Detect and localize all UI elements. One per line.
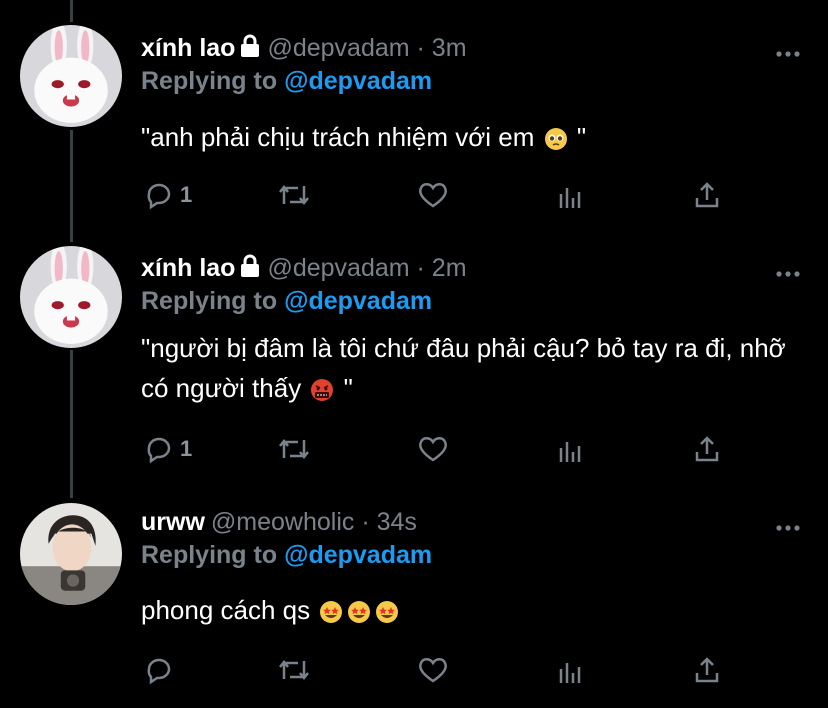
avatar[interactable] bbox=[20, 503, 122, 605]
reply-icon bbox=[147, 183, 171, 210]
tweet-header: urww @meowholic · 34s bbox=[141, 507, 417, 537]
replying-prefix: Replying to bbox=[141, 67, 285, 95]
tweet-actions bbox=[141, 655, 741, 689]
replying-to: Replying to @depvadam bbox=[141, 66, 432, 96]
star-struck-emoji bbox=[375, 595, 399, 635]
tweet-text-main: phong cách qs bbox=[141, 595, 318, 625]
white-rabbit-avatar bbox=[20, 25, 122, 127]
tweet-text: "người bị đâm là tôi chứ đâu phải cậu? b… bbox=[141, 328, 801, 413]
share-icon bbox=[695, 657, 719, 683]
replying-to: Replying to @depvadam bbox=[141, 540, 432, 570]
display-name[interactable]: urww bbox=[141, 508, 205, 536]
tweet-text-tail: " bbox=[569, 122, 587, 152]
tweet[interactable]: xính lao @depvadam · 2m Replying to @depv… bbox=[0, 240, 828, 495]
like-button[interactable] bbox=[417, 434, 449, 464]
tweet-text: "anh phải chịu trách nhiệm với em " bbox=[141, 117, 801, 162]
tweet-text: phong cách qs bbox=[141, 590, 801, 635]
share-icon bbox=[695, 182, 719, 208]
display-name[interactable]: xính lao bbox=[141, 254, 235, 282]
star-struck-emoji bbox=[319, 595, 343, 635]
retweet-icon bbox=[279, 438, 309, 460]
tweet-text-main: "người bị đâm là tôi chứ đâu phải cậu? b… bbox=[141, 333, 786, 403]
reply-icon bbox=[147, 658, 171, 685]
analytics-icon bbox=[559, 663, 581, 683]
handle-and-time[interactable]: @depvadam · 3m bbox=[267, 34, 466, 62]
mention-link[interactable]: @depvadam bbox=[284, 287, 432, 315]
analytics-button[interactable] bbox=[555, 180, 585, 210]
tweet[interactable]: urww @meowholic · 34s Replying to @depvad… bbox=[0, 495, 828, 708]
avatar[interactable] bbox=[20, 246, 122, 348]
tweet-header: xính lao @depvadam · 2m bbox=[141, 253, 467, 285]
pleading-face-emoji bbox=[544, 122, 568, 162]
share-button[interactable] bbox=[692, 655, 722, 685]
replying-prefix: Replying to bbox=[141, 287, 285, 315]
white-rabbit-avatar bbox=[20, 246, 122, 348]
share-button[interactable] bbox=[692, 434, 722, 464]
share-button[interactable] bbox=[692, 180, 722, 210]
tweet-actions: 1 bbox=[141, 180, 741, 214]
share-icon bbox=[695, 436, 719, 462]
person-avatar bbox=[20, 503, 122, 605]
lock-icon bbox=[239, 34, 261, 65]
tweet[interactable]: xính lao @depvadam · 3m Replying to @depv… bbox=[0, 0, 828, 240]
analytics-button[interactable] bbox=[555, 434, 585, 464]
face-with-symbols-on-mouth-emoji bbox=[310, 373, 334, 413]
retweet-button[interactable] bbox=[276, 434, 312, 464]
tweet-header: xính lao @depvadam · 3m bbox=[141, 33, 467, 65]
like-icon bbox=[419, 658, 447, 683]
analytics-icon bbox=[559, 442, 581, 462]
retweet-icon bbox=[279, 659, 309, 681]
more-icon[interactable] bbox=[776, 518, 800, 536]
star-struck-emoji bbox=[347, 595, 371, 635]
reply-button[interactable] bbox=[144, 655, 180, 685]
more-icon[interactable] bbox=[776, 264, 800, 282]
like-icon bbox=[419, 183, 447, 208]
mention-link[interactable]: @depvadam bbox=[284, 541, 432, 569]
retweet-icon bbox=[279, 184, 309, 206]
retweet-button[interactable] bbox=[276, 180, 312, 210]
reply-button[interactable]: 1 bbox=[144, 180, 192, 210]
replying-to: Replying to @depvadam bbox=[141, 286, 432, 316]
avatar[interactable] bbox=[20, 25, 122, 127]
lock-icon bbox=[239, 254, 261, 285]
analytics-button[interactable] bbox=[555, 655, 585, 685]
like-button[interactable] bbox=[417, 655, 449, 685]
more-icon[interactable] bbox=[776, 44, 800, 62]
display-name[interactable]: xính lao bbox=[141, 34, 235, 62]
like-button[interactable] bbox=[417, 180, 449, 210]
mention-link[interactable]: @depvadam bbox=[284, 67, 432, 95]
analytics-icon bbox=[559, 188, 581, 208]
reply-count: 1 bbox=[180, 182, 193, 207]
handle-and-time[interactable]: @meowholic · 34s bbox=[211, 508, 417, 536]
tweet-text-main: "anh phải chịu trách nhiệm với em bbox=[141, 122, 542, 152]
replying-prefix: Replying to bbox=[141, 541, 285, 569]
tweet-actions: 1 bbox=[141, 434, 741, 468]
tweet-text-tail: " bbox=[336, 373, 353, 403]
reply-count: 1 bbox=[180, 436, 193, 461]
reply-icon bbox=[147, 437, 171, 464]
like-icon bbox=[419, 437, 447, 462]
retweet-button[interactable] bbox=[276, 655, 312, 685]
handle-and-time[interactable]: @depvadam · 2m bbox=[267, 254, 466, 282]
reply-button[interactable]: 1 bbox=[144, 434, 192, 464]
